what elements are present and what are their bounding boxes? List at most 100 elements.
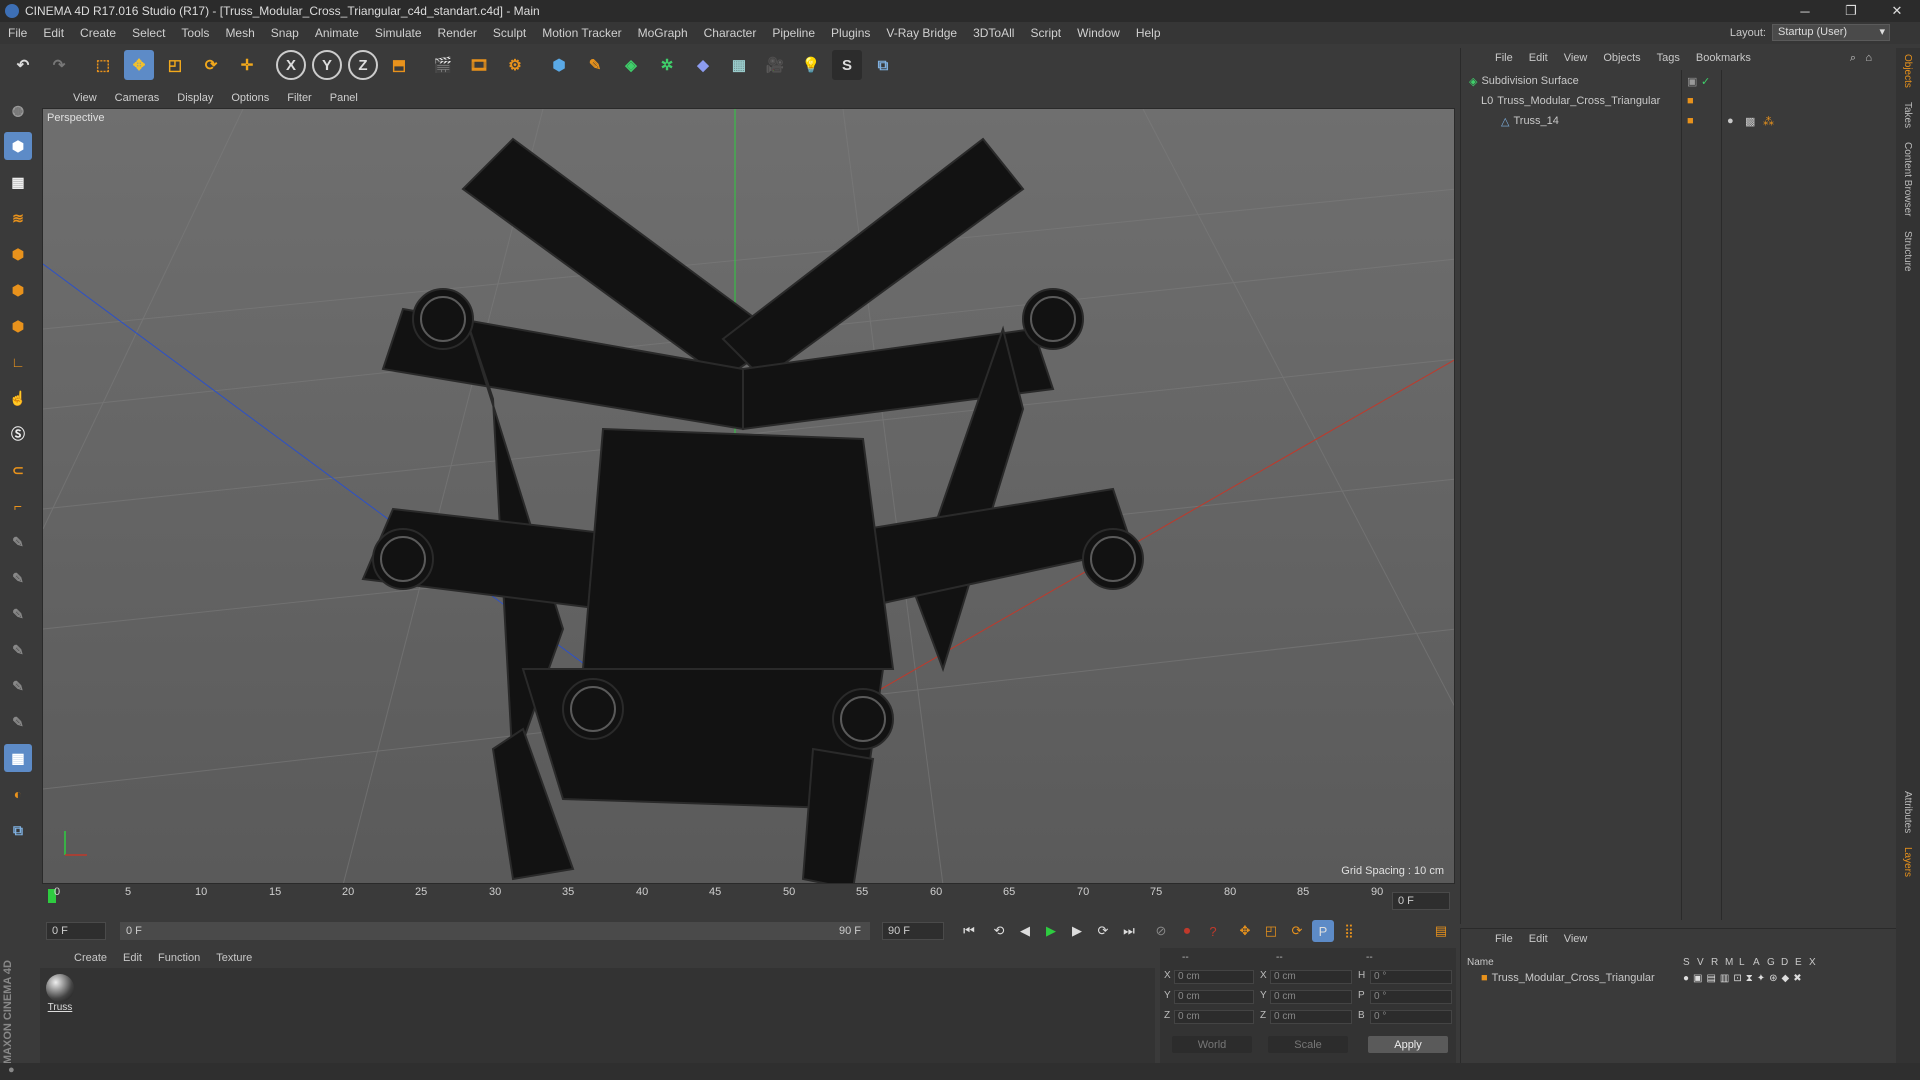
render-settings-icon[interactable]: ⚙ (500, 50, 530, 80)
layout-dropdown[interactable]: Startup (User) (1772, 24, 1890, 41)
om-menu-objects[interactable]: Objects (1595, 52, 1648, 64)
go-to-end-icon[interactable]: ⏭ (1118, 920, 1140, 942)
previous-key-icon[interactable]: ⟲ (988, 920, 1010, 942)
subdivision-icon[interactable]: ◈ (616, 50, 646, 80)
axis-lock-icon[interactable]: ⌐ (4, 492, 32, 520)
points-mode-icon[interactable]: ⬢ (4, 240, 32, 268)
cube-icon[interactable]: ⬢ (544, 50, 574, 80)
menu-vray-bridge[interactable]: V-Ray Bridge (878, 26, 965, 40)
tab-layers[interactable]: Layers (1902, 847, 1913, 877)
material-menu-edit[interactable]: Edit (115, 952, 150, 964)
enabled-check-icon[interactable]: ✓ (1701, 75, 1710, 88)
om-menu-view[interactable]: View (1556, 52, 1596, 64)
live-selection-icon[interactable]: ⬚ (88, 50, 118, 80)
tab-takes[interactable]: Takes (1902, 102, 1913, 128)
render-picture-viewer-icon[interactable]: 🎞 (464, 50, 494, 80)
menu-select[interactable]: Select (124, 26, 173, 40)
brush-icon-1[interactable]: ✎ (4, 528, 32, 556)
tweak-mode-icon[interactable]: ☝ (4, 384, 32, 412)
menu-motion-tracker[interactable]: Motion Tracker (534, 26, 629, 40)
end-frame-field[interactable]: 90 F (882, 922, 944, 940)
menu-script[interactable]: Script (1022, 26, 1069, 40)
phong-tag-icon[interactable]: ⁂ (1763, 115, 1774, 128)
layer-color-icon[interactable]: ■ (1687, 115, 1694, 127)
key-parameter-icon[interactable]: P (1312, 920, 1334, 942)
texture-tag-icon[interactable]: ▩ (1745, 115, 1755, 128)
home-icon[interactable]: ⌂ (1865, 52, 1872, 64)
timeline-layout-icon[interactable]: ▤ (1430, 920, 1452, 942)
brush-icon-3[interactable]: ✎ (4, 600, 32, 628)
menu-pipeline[interactable]: Pipeline (764, 26, 823, 40)
timeline-ruler[interactable]: 0 5 10 15 20 25 30 35 40 45 50 55 60 65 … (42, 886, 1452, 912)
layer-row[interactable]: ■ Truss_Modular_Cross_Triangular ●▣▤▥⊡⧗✦… (1461, 969, 1897, 987)
rotation-b-field[interactable]: 0 ° (1370, 1010, 1452, 1024)
edges-mode-icon[interactable]: ⬢ (4, 276, 32, 304)
om-menu-bookmarks[interactable]: Bookmarks (1688, 52, 1759, 64)
object-row-subdivision[interactable]: ◈ Subdivision Surface ▣ ✓ (1461, 72, 1897, 90)
menu-snap[interactable]: Snap (263, 26, 307, 40)
maximize-button[interactable]: ❐ (1828, 0, 1874, 22)
viewport-menu-display[interactable]: Display (168, 92, 222, 104)
go-to-start-icon[interactable]: ⏮ (958, 920, 980, 942)
next-key-icon[interactable]: ⟳ (1092, 920, 1114, 942)
make-editable-icon[interactable]: ◍ (4, 96, 32, 124)
position-x-field[interactable]: 0 cm (1174, 970, 1254, 984)
layer-color-icon[interactable]: ■ (1687, 95, 1694, 107)
rotation-p-field[interactable]: 0 ° (1370, 990, 1452, 1004)
start-frame-field[interactable]: 0 F (46, 922, 106, 940)
tab-content-browser[interactable]: Content Browser (1902, 142, 1913, 216)
menu-animate[interactable]: Animate (307, 26, 367, 40)
size-y-field[interactable]: 0 cm (1270, 990, 1352, 1004)
material-menu-create[interactable]: Create (66, 952, 115, 964)
render-view-icon[interactable]: 🎬 (428, 50, 458, 80)
viewport-menu-options[interactable]: Options (222, 92, 278, 104)
om-menu-tags[interactable]: Tags (1649, 52, 1688, 64)
key-pla-icon[interactable]: ⣿ (1338, 920, 1360, 942)
material-menu-texture[interactable]: Texture (208, 952, 260, 964)
tab-attributes[interactable]: Attributes (1902, 791, 1913, 833)
key-rotation-icon[interactable]: ⟳ (1286, 920, 1308, 942)
menu-help[interactable]: Help (1128, 26, 1169, 40)
deformer-icon[interactable]: ◆ (688, 50, 718, 80)
transform-icon[interactable]: ✛ (232, 50, 262, 80)
polygons-mode-icon[interactable]: ⬢ (4, 312, 32, 340)
undo-icon[interactable]: ↶ (8, 50, 38, 80)
menu-mograph[interactable]: MoGraph (630, 26, 696, 40)
menu-plugins[interactable]: Plugins (823, 26, 878, 40)
close-button[interactable]: ✕ (1874, 0, 1920, 22)
viewport-menu-filter[interactable]: Filter (278, 92, 320, 104)
pen-spline-icon[interactable]: ✎ (580, 50, 610, 80)
tab-structure[interactable]: Structure (1902, 231, 1913, 272)
floor-icon[interactable]: ▦ (724, 50, 754, 80)
viewport-menu-panel[interactable]: Panel (321, 92, 367, 104)
object-row-truss-14[interactable]: △ Truss_14 ■ ● ▩ ⁂ (1461, 112, 1897, 130)
light-icon[interactable]: 💡 (796, 50, 826, 80)
menu-mesh[interactable]: Mesh (217, 26, 262, 40)
brush-icon-4[interactable]: ✎ (4, 636, 32, 664)
grid-snap-icon[interactable]: ▦ (4, 744, 32, 772)
transform-mode-dropdown[interactable]: Scale (1268, 1036, 1348, 1053)
magnet-icon[interactable]: ⊂ (4, 456, 32, 484)
key-scale-icon[interactable]: ◰ (1260, 920, 1282, 942)
z-axis-icon[interactable]: Z (348, 50, 378, 80)
autokey-icon[interactable]: ⏺ (1176, 920, 1198, 942)
render-region-icon[interactable]: ◐ (4, 780, 32, 808)
current-frame-field[interactable]: 0 F (1392, 892, 1450, 910)
layer-color-icon[interactable]: ▣ (1687, 75, 1697, 88)
next-frame-icon[interactable]: ▶ (1066, 920, 1088, 942)
model-mode-icon[interactable]: ⬢ (4, 132, 32, 160)
menu-3dtoall[interactable]: 3DToAll (965, 26, 1022, 40)
apply-button[interactable]: Apply (1368, 1036, 1448, 1053)
material-swatch[interactable]: Truss (44, 974, 76, 1013)
search-icon[interactable]: ⌕ (1850, 52, 1856, 65)
lm-menu-file[interactable]: File (1487, 933, 1521, 945)
python-icon[interactable]: ⧉ (868, 50, 898, 80)
position-y-field[interactable]: 0 cm (1174, 990, 1254, 1004)
python-script-icon[interactable]: ⧉ (4, 816, 32, 844)
scale-icon[interactable]: ◰ (160, 50, 190, 80)
key-position-icon[interactable]: ✥ (1234, 920, 1256, 942)
position-z-field[interactable]: 0 cm (1174, 1010, 1254, 1024)
brush-icon-5[interactable]: ✎ (4, 672, 32, 700)
coordinate-mode-dropdown[interactable]: World (1172, 1036, 1252, 1053)
menu-simulate[interactable]: Simulate (367, 26, 430, 40)
